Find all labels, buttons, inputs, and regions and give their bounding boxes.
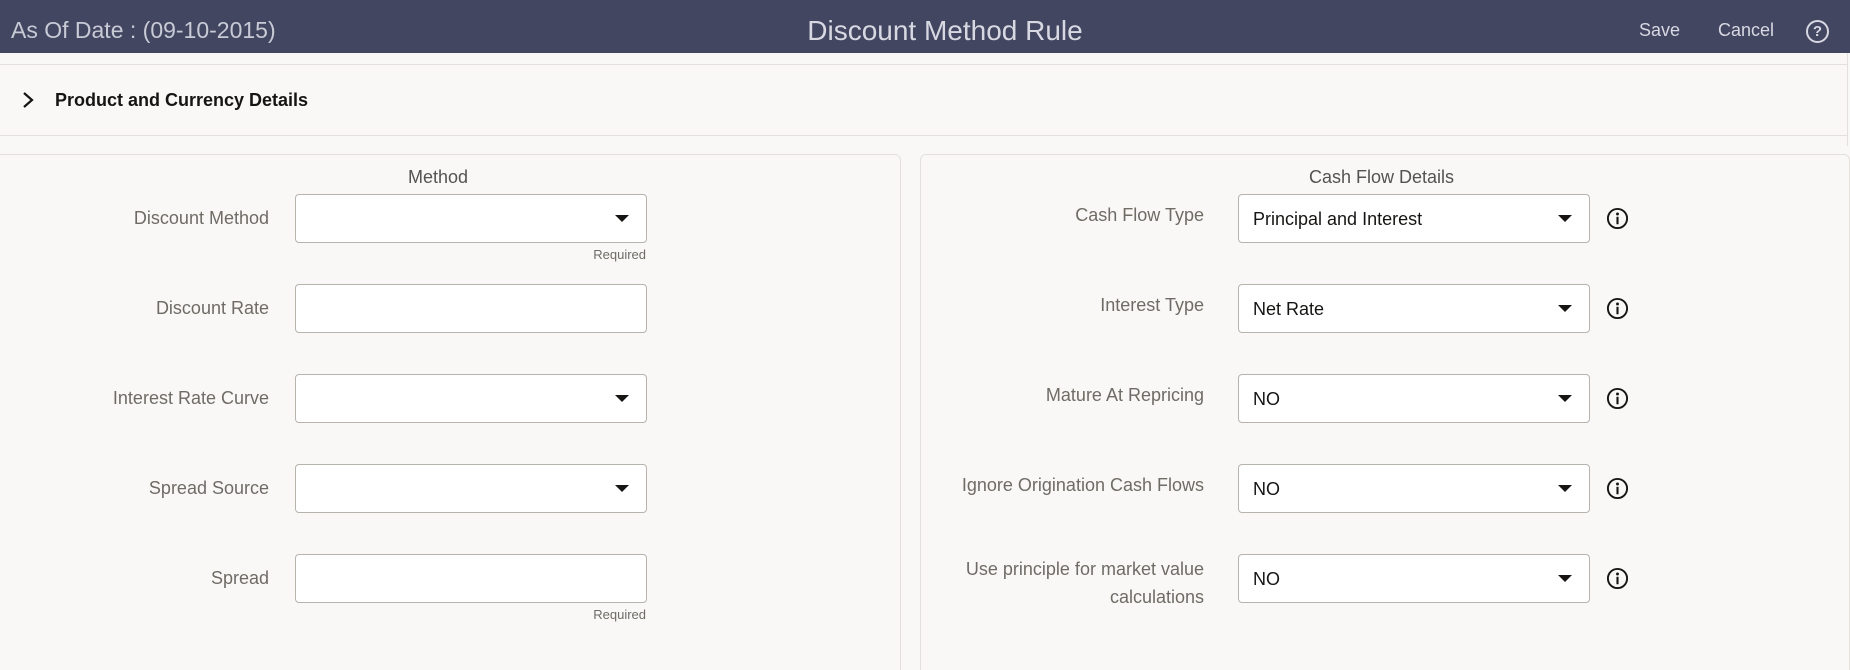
interest-type-select[interactable]: Net Rate: [1238, 284, 1590, 333]
spread-source-label: Spread Source: [148, 478, 269, 498]
ignore-origination-cash-flows-value: NO: [1253, 479, 1280, 499]
interest-rate-curve-label: Interest Rate Curve: [112, 388, 269, 408]
mature-at-repricing-value: NO: [1253, 389, 1280, 409]
spread-label: Spread: [210, 568, 269, 588]
caret-down-icon: [615, 395, 629, 402]
method-panel-title: Method: [408, 167, 469, 187]
help-icon[interactable]: ?: [1806, 20, 1829, 43]
caret-down-icon: [1558, 395, 1572, 402]
discount-method-label: Discount Method: [133, 208, 269, 228]
product-currency-label[interactable]: Product and Currency Details: [55, 90, 308, 111]
cash-flow-type-value: Principal and Interest: [1253, 209, 1423, 229]
discount-method-select[interactable]: [295, 194, 647, 243]
spread-source-select[interactable]: [295, 464, 647, 513]
caret-down-icon: [1558, 305, 1572, 312]
caret-down-icon: [1558, 575, 1572, 582]
use-principle-label-line1: Use principle for market value: [965, 559, 1204, 579]
cash-flow-panel-title: Cash Flow Details: [1309, 167, 1455, 187]
info-icon[interactable]: [1606, 477, 1629, 500]
use-principle-label-line2: calculations: [1109, 587, 1204, 607]
mature-at-repricing-select[interactable]: NO: [1238, 374, 1590, 423]
interest-type-label: Interest Type: [1100, 295, 1204, 315]
ignore-origination-cash-flows-label: Ignore Origination Cash Flows: [961, 475, 1204, 495]
header-bar: As Of Date : (09-10-2015) Discount Metho…: [0, 0, 1850, 53]
info-icon[interactable]: [1606, 567, 1629, 590]
discount-rate-label: Discount Rate: [155, 298, 269, 318]
interest-rate-curve-select[interactable]: [295, 374, 647, 423]
use-principle-value: NO: [1253, 569, 1280, 589]
spread-input[interactable]: [295, 554, 647, 603]
mature-at-repricing-label: Mature At Repricing: [1045, 385, 1204, 405]
info-icon[interactable]: [1606, 297, 1629, 320]
save-button[interactable]: Save: [1639, 20, 1680, 41]
info-icon[interactable]: [1606, 387, 1629, 410]
chevron-right-icon[interactable]: [21, 90, 35, 110]
ignore-origination-cash-flows-select[interactable]: NO: [1238, 464, 1590, 513]
caret-down-icon: [1558, 485, 1572, 492]
interest-type-value: Net Rate: [1253, 299, 1325, 319]
caret-down-icon: [615, 485, 629, 492]
page-title: Discount Method Rule: [807, 15, 1083, 46]
discount-rate-input[interactable]: [295, 284, 647, 333]
caret-down-icon: [1558, 215, 1572, 222]
product-currency-section[interactable]: Product and Currency Details: [0, 64, 1848, 136]
divider: [1847, 53, 1848, 146]
discount-method-required: Required: [593, 247, 646, 262]
cash-flow-type-label: Cash Flow Type: [1075, 205, 1204, 225]
info-icon[interactable]: [1606, 207, 1629, 230]
spread-required: Required: [593, 607, 646, 622]
use-principle-select[interactable]: NO: [1238, 554, 1590, 603]
cancel-button[interactable]: Cancel: [1718, 20, 1774, 41]
cash-flow-type-select[interactable]: Principal and Interest: [1238, 194, 1590, 243]
caret-down-icon: [615, 215, 629, 222]
